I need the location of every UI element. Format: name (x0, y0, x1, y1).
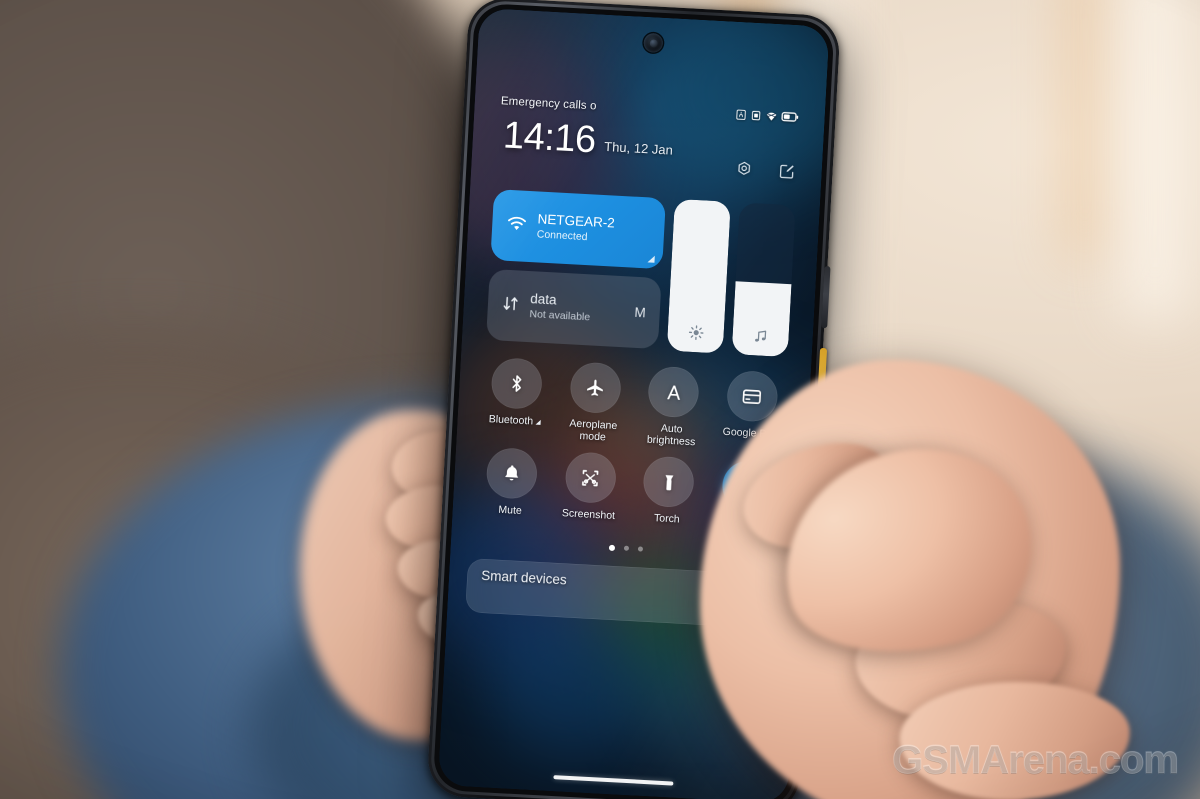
quick-settings-actions (735, 160, 796, 180)
page-dot[interactable] (608, 544, 616, 551)
screenshot-icon (579, 467, 601, 489)
toggle-torch-label: Torch (653, 512, 681, 526)
toggle-mute[interactable]: Mute (470, 446, 553, 530)
toggle-screenshot-circle[interactable] (564, 451, 617, 505)
light-streak (1065, 0, 1105, 260)
photo-scene: Emergency calls o 14:16 Thu, 12 Jan NETG… (0, 0, 1200, 799)
toggle-bluetooth-circle[interactable] (490, 357, 544, 410)
aeroplane-icon (584, 377, 606, 399)
toggle-screenshot-label: Screenshot (561, 507, 616, 523)
media-volume-slider-fill (731, 281, 792, 358)
bell-icon (502, 463, 523, 484)
mobile-data-trailing-text: M (634, 304, 647, 321)
wifi-tile-texts: NETGEAR-2 Connected (536, 212, 651, 249)
toggle-screenshot[interactable]: Screenshot (548, 451, 631, 535)
media-volume-slider[interactable] (731, 202, 796, 358)
quick-settings-big-tiles: NETGEAR-2 Connected data Not available M (486, 189, 796, 358)
light-streak (1120, 0, 1190, 320)
toggle-auto-brightness-circle[interactable] (647, 365, 701, 419)
clock-time: 14:16 (501, 114, 597, 162)
toggle-torch[interactable]: Torch (627, 455, 710, 539)
wifi-icon (765, 110, 778, 122)
toggle-mute-label: Mute (498, 503, 523, 518)
toggle-auto-brightness[interactable]: Auto brightness (632, 365, 715, 449)
toggle-bluetooth[interactable]: Bluetooth (475, 356, 558, 440)
toggle-bluetooth-label: Bluetooth (488, 413, 542, 428)
toggle-mute-circle[interactable] (485, 447, 539, 500)
battery-icon (781, 111, 799, 122)
edit-icon[interactable] (778, 162, 796, 180)
emergency-calls-text: Emergency calls o (500, 95, 597, 113)
bluetooth-icon (506, 373, 527, 394)
mobile-data-texts: data Not available (529, 291, 619, 327)
credit-card-icon (741, 385, 763, 407)
wifi-tile[interactable]: NETGEAR-2 Connected (490, 189, 666, 270)
brightness-slider[interactable] (666, 198, 731, 354)
expand-arrow-icon (535, 419, 542, 425)
clock-date: Thu, 12 Jan (603, 139, 674, 158)
settings-gear-icon[interactable] (735, 160, 753, 178)
vibrate-icon (750, 109, 762, 121)
page-dot[interactable] (623, 545, 630, 551)
wifi-icon (506, 214, 528, 237)
mobile-data-tile[interactable]: data Not available M (486, 268, 662, 350)
torch-icon (659, 472, 679, 492)
music-note-icon (752, 328, 769, 345)
connectivity-tiles-column: NETGEAR-2 Connected data Not available M (486, 189, 666, 350)
smart-devices-label: Smart devices (480, 567, 568, 588)
toggle-torch-circle[interactable] (642, 455, 696, 509)
toggle-aeroplane-mode-label: Aeroplane mode (569, 417, 618, 444)
nfc-icon (735, 108, 747, 120)
auto-brightness-icon (663, 381, 685, 403)
toggle-aeroplane-mode-circle[interactable] (569, 361, 622, 415)
brightness-icon (687, 324, 705, 342)
toggle-auto-brightness-label: Auto brightness (646, 422, 696, 449)
page-dot[interactable] (637, 546, 644, 552)
expand-corner-icon[interactable] (647, 255, 655, 263)
status-icon-group (735, 108, 799, 122)
data-arrows-icon (501, 294, 520, 317)
toggle-aeroplane-mode[interactable]: Aeroplane mode (553, 361, 636, 445)
